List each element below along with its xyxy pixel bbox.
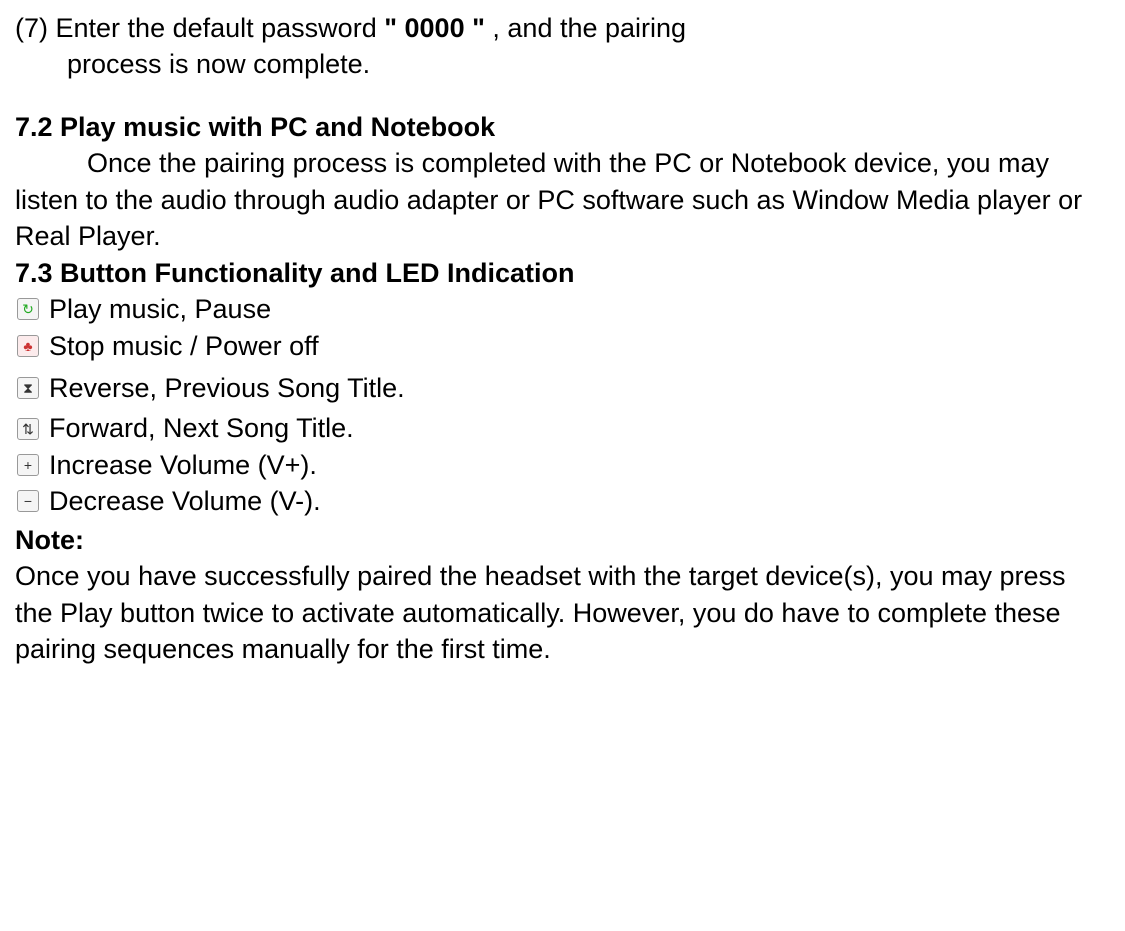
heading-7-2: 7.2 Play music with PC and Notebook <box>15 109 1110 145</box>
paragraph-7-2: Once the pairing process is completed wi… <box>15 145 1110 254</box>
button-label-prev: Reverse, Previous Song Title. <box>49 370 405 406</box>
button-label-next: Forward, Next Song Title. <box>49 410 354 446</box>
step-7-line2: process is now complete. <box>15 46 1110 82</box>
default-password: " 0000 " <box>384 13 485 43</box>
step-7-number: (7) <box>15 13 48 43</box>
button-row-play: ↻ Play music, Pause <box>15 291 1110 327</box>
step-7-text-b: , and the pairing <box>492 13 686 43</box>
play-pause-icon: ↻ <box>17 298 39 320</box>
button-label-play: Play music, Pause <box>49 291 271 327</box>
button-label-stop: Stop music / Power off <box>49 328 319 364</box>
heading-7-3: 7.3 Button Functionality and LED Indicat… <box>15 255 1110 291</box>
next-icon: ⇅ <box>17 418 39 440</box>
previous-icon: ⧗ <box>17 377 39 399</box>
vol-down-icon: − <box>17 490 39 512</box>
note-body: Once you have successfully paired the he… <box>15 558 1110 667</box>
button-row-vol-up: + Increase Volume (V+). <box>15 447 1110 483</box>
spacer <box>15 83 1110 109</box>
button-row-next: ⇅ Forward, Next Song Title. <box>15 410 1110 446</box>
note-heading: Note: <box>15 522 1110 558</box>
button-label-vol-up: Increase Volume (V+). <box>49 447 317 483</box>
stop-power-icon: ♣ <box>17 335 39 357</box>
paragraph-7-2-text: Once the pairing process is completed wi… <box>15 148 1082 251</box>
button-label-vol-down: Decrease Volume (V-). <box>49 483 321 519</box>
button-row-vol-down: − Decrease Volume (V-). <box>15 483 1110 519</box>
button-row-stop: ♣ Stop music / Power off <box>15 328 1110 364</box>
vol-up-icon: + <box>17 454 39 476</box>
step-7-text-a: Enter the default password <box>56 13 385 43</box>
step-7: (7) Enter the default password " 0000 " … <box>15 10 1110 83</box>
button-row-prev: ⧗ Reverse, Previous Song Title. <box>15 370 1110 406</box>
